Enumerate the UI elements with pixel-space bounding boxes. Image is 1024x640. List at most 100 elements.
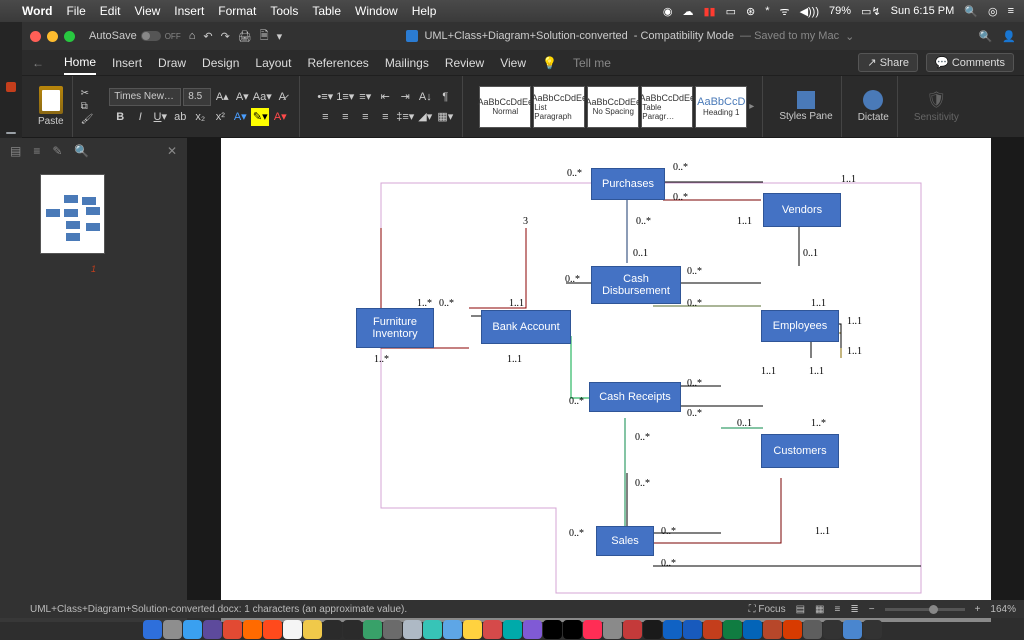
- rail-item[interactable]: [6, 82, 16, 92]
- zoom-in-button[interactable]: +: [975, 604, 981, 615]
- tab-review[interactable]: Review: [445, 56, 484, 70]
- share-button[interactable]: ↗ Share: [858, 53, 918, 72]
- dock-app-8[interactable]: [303, 620, 322, 639]
- dock-app-1[interactable]: [163, 620, 182, 639]
- view-print-layout-icon[interactable]: ▤: [796, 604, 805, 615]
- nav-search-icon[interactable]: 🔍: [74, 144, 89, 158]
- menu-view[interactable]: View: [134, 4, 160, 18]
- cut-icon[interactable]: ✂: [81, 88, 94, 99]
- style-no-spacing[interactable]: AaBbCcDdEeNo Spacing: [587, 86, 639, 128]
- qat-home-icon[interactable]: ⌂: [189, 30, 196, 42]
- bold-button[interactable]: B: [111, 108, 129, 126]
- menu-table[interactable]: Table: [312, 4, 341, 18]
- subscript-button[interactable]: x₂: [191, 108, 209, 126]
- tellme-bulb-icon[interactable]: 💡: [542, 56, 557, 70]
- dock-app-15[interactable]: [443, 620, 462, 639]
- dock-app-5[interactable]: [243, 620, 262, 639]
- style-normal[interactable]: AaBbCcDdEeNormal: [479, 86, 531, 128]
- dock-app-32[interactable]: [783, 620, 802, 639]
- zoom-slider[interactable]: [885, 608, 965, 611]
- menu-file[interactable]: File: [66, 4, 85, 18]
- tellme-input[interactable]: Tell me: [573, 56, 611, 70]
- document-area[interactable]: Purchases Vendors Cash Disbursement Furn…: [188, 138, 1024, 622]
- dock-app-3[interactable]: [203, 620, 222, 639]
- qat-undo-icon[interactable]: ↶: [203, 30, 212, 43]
- dock-app-35[interactable]: [843, 620, 862, 639]
- dock-app-29[interactable]: [723, 620, 742, 639]
- entity-employees[interactable]: Employees: [761, 310, 839, 342]
- screen-record-icon[interactable]: ◉: [663, 5, 673, 18]
- dock-app-2[interactable]: [183, 620, 202, 639]
- dictate-button[interactable]: Dictate: [850, 76, 898, 137]
- styles-pane-button[interactable]: Styles Pane: [771, 76, 841, 137]
- dock-app-23[interactable]: [603, 620, 622, 639]
- entity-customers[interactable]: Customers: [761, 434, 839, 468]
- wifi-icon[interactable]: ᯤ: [780, 4, 790, 19]
- entity-sales[interactable]: Sales: [596, 526, 654, 556]
- superscript-button[interactable]: x²: [211, 108, 229, 126]
- bullets-button[interactable]: •≡▾: [316, 88, 334, 106]
- comments-button[interactable]: 💬 Comments: [926, 53, 1014, 72]
- tab-layout[interactable]: Layout: [255, 56, 291, 70]
- entity-purchases[interactable]: Purchases: [591, 168, 665, 200]
- close-window-button[interactable]: [30, 31, 41, 42]
- menu-format[interactable]: Format: [218, 4, 256, 18]
- back-icon[interactable]: ←: [32, 56, 44, 70]
- align-center-button[interactable]: ≡: [336, 108, 354, 126]
- dock-app-22[interactable]: [583, 620, 602, 639]
- strike-button[interactable]: ab: [171, 108, 189, 126]
- dock-app-13[interactable]: [403, 620, 422, 639]
- dock-app-10[interactable]: [343, 620, 362, 639]
- sort-button[interactable]: A↓: [416, 88, 434, 106]
- entity-cash-disbursement[interactable]: Cash Disbursement: [591, 266, 681, 304]
- styles-more-icon[interactable]: ▸: [749, 101, 754, 112]
- dock-app-33[interactable]: [803, 620, 822, 639]
- qat-print-icon[interactable]: 🖨: [238, 30, 252, 43]
- spotlight-icon[interactable]: 🔍: [964, 5, 978, 18]
- shrink-font-button[interactable]: A▾: [233, 88, 251, 106]
- menubar-clock[interactable]: Sun 6:15 PM: [891, 5, 955, 17]
- format-painter-icon[interactable]: 🖌: [81, 114, 94, 125]
- borders-button[interactable]: ▦▾: [436, 108, 454, 126]
- style-table-para[interactable]: AaBbCcDdEeTable Paragr…: [641, 86, 693, 128]
- dock-app-19[interactable]: [523, 620, 542, 639]
- entity-cash-receipts[interactable]: Cash Receipts: [589, 382, 681, 412]
- dock-app-21[interactable]: [563, 620, 582, 639]
- battery-icon[interactable]: ▭↯: [861, 5, 881, 18]
- tab-references[interactable]: References: [307, 56, 368, 70]
- copy-icon[interactable]: ⧉: [81, 101, 94, 112]
- sensitivity-button[interactable]: 🛡 Sensitivity: [906, 76, 967, 137]
- style-heading1[interactable]: AaBbCcDHeading 1: [695, 86, 747, 128]
- underline-button[interactable]: U▾: [151, 108, 169, 126]
- font-name-select[interactable]: [109, 88, 181, 106]
- dock-app-14[interactable]: [423, 620, 442, 639]
- show-marks-button[interactable]: ¶: [436, 88, 454, 106]
- dock-app-31[interactable]: [763, 620, 782, 639]
- dock-app-27[interactable]: [683, 620, 702, 639]
- entity-vendors[interactable]: Vendors: [763, 193, 841, 227]
- menubar-app-name[interactable]: Word: [22, 4, 52, 18]
- view-outline-icon[interactable]: ≡: [835, 604, 841, 615]
- view-draft-icon[interactable]: ≣: [850, 604, 858, 615]
- view-web-layout-icon[interactable]: ▦: [815, 604, 824, 615]
- dock-app-6[interactable]: [263, 620, 282, 639]
- clear-format-button[interactable]: A̷: [273, 88, 291, 106]
- font-color-button[interactable]: A▾: [271, 108, 289, 126]
- dock-app-17[interactable]: [483, 620, 502, 639]
- dock-app-18[interactable]: [503, 620, 522, 639]
- cloud-icon[interactable]: ☁: [683, 5, 694, 18]
- qat-save-icon[interactable]: 🗎: [260, 27, 269, 46]
- titlebar-account-icon[interactable]: 👤: [1002, 30, 1016, 43]
- dock-app-36[interactable]: [863, 620, 882, 639]
- nav-close-icon[interactable]: ✕: [167, 144, 177, 158]
- italic-button[interactable]: I: [131, 108, 149, 126]
- zoom-window-button[interactable]: [64, 31, 75, 42]
- tab-insert[interactable]: Insert: [112, 56, 142, 70]
- tab-mailings[interactable]: Mailings: [385, 56, 429, 70]
- style-list-para[interactable]: AaBbCcDdEeList Paragraph: [533, 86, 585, 128]
- dock-app-12[interactable]: [383, 620, 402, 639]
- menu-help[interactable]: Help: [412, 4, 437, 18]
- document-page[interactable]: Purchases Vendors Cash Disbursement Furn…: [221, 138, 991, 622]
- dock-app-28[interactable]: [703, 620, 722, 639]
- page-thumbnail-1[interactable]: [40, 174, 105, 254]
